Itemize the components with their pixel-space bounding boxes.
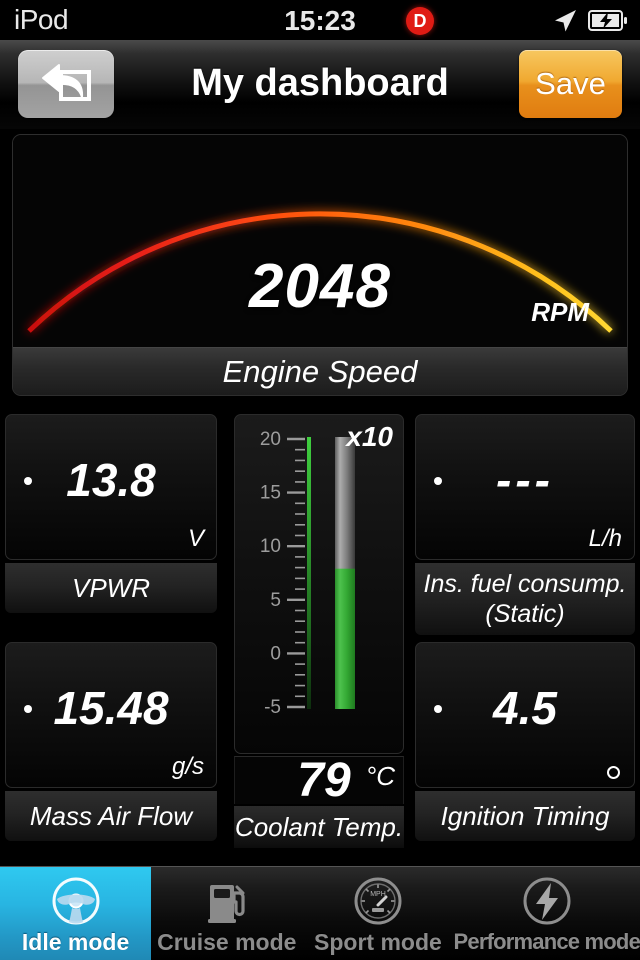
svg-text:-5: -5 [264, 697, 281, 718]
tab-performance-mode-label: Performance mode [453, 929, 640, 954]
tile-ignition-timing-label: Ignition Timing [440, 801, 610, 831]
svg-text:20: 20 [260, 429, 281, 450]
lightning-bolt-icon [523, 877, 571, 925]
svg-text:15: 15 [260, 483, 281, 504]
save-button[interactable]: Save [519, 50, 622, 118]
tile-mass-air-flow-label-bar: Mass Air Flow [5, 791, 217, 841]
tile-vpwr-face: 13.8 V [5, 414, 217, 560]
tab-idle-mode-label: Idle mode [21, 929, 130, 955]
tab-bar: Idle mode Cruise mode MPH Sport mode Per… [0, 866, 640, 960]
tile-coolant-temperature[interactable]: -5 0 5 10 15 20 x10 79 °C Coolant Temp. [230, 408, 408, 848]
tab-cruise-mode[interactable]: Cruise mode [151, 867, 302, 960]
tile-vpwr-value: 13.8 [66, 454, 156, 506]
tile-ignition-timing-label-bar: Ignition Timing [415, 791, 635, 841]
coolant-unit: °C [365, 761, 395, 791]
drive-mode-badge: D [406, 7, 434, 35]
tile-vpwr[interactable]: 13.8 V VPWR [0, 408, 222, 620]
fuel-pump-icon [207, 885, 245, 923]
engine-speed-gauge[interactable]: 2048 RPM Engine Speed [12, 134, 628, 396]
coolant-readout: 79 °C [234, 754, 404, 807]
tab-sport-mode[interactable]: MPH Sport mode [302, 867, 453, 960]
svg-text:0: 0 [270, 643, 281, 664]
tile-mass-air-flow-unit: g/s [171, 753, 204, 780]
coolant-bar-gauge: -5 0 5 10 15 20 x10 [234, 414, 404, 754]
tab-performance-mode[interactable]: Performance mode [454, 867, 640, 960]
tile-vpwr-unit: V [187, 525, 204, 552]
steering-wheel-icon [52, 877, 100, 925]
engine-speed-label-bar: Engine Speed [13, 347, 627, 395]
tile-instant-fuel-consumption-unit: L/h [588, 525, 622, 552]
tile-vpwr-label: VPWR [72, 573, 150, 603]
tile-instant-fuel-consumption[interactable]: --- L/h Ins. fuel consump. (Static) [410, 408, 640, 636]
engine-speed-unit: RPM [531, 297, 589, 327]
tile-mass-air-flow[interactable]: 15.48 g/s Mass Air Flow [0, 636, 222, 848]
coolant-label: Coolant Temp. [234, 811, 404, 842]
svg-text:10: 10 [260, 536, 281, 557]
navigation-bar: My dashboard Save [0, 40, 640, 130]
tile-ignition-timing-value: 4.5 [493, 682, 557, 734]
tile-instant-fuel-consumption-label-bar: Ins. fuel consump. (Static) [415, 563, 635, 635]
status-clock: 15:23 [284, 5, 356, 36]
tile-vpwr-label-bar: VPWR [5, 563, 217, 613]
tab-idle-mode[interactable]: Idle mode [0, 867, 152, 960]
tile-mass-air-flow-value: 15.48 [53, 682, 169, 734]
degree-circle-icon [607, 766, 620, 779]
engine-speed-label: Engine Speed [222, 353, 418, 389]
svg-text:MPH: MPH [370, 891, 386, 898]
tile-mass-air-flow-label: Mass Air Flow [29, 801, 193, 831]
location-arrow-icon [555, 10, 576, 32]
tab-sport-mode-label: Sport mode [314, 929, 442, 955]
tile-instant-fuel-consumption-sublabel: (Static) [485, 600, 565, 628]
tile-mass-air-flow-face: 15.48 g/s [5, 642, 217, 788]
battery-charging-icon [588, 10, 627, 31]
svg-text:5: 5 [270, 590, 281, 611]
speedometer-icon: MPH [354, 877, 402, 925]
coolant-label-bar: Coolant Temp. [234, 806, 404, 848]
tile-instant-fuel-consumption-face: --- L/h [415, 414, 635, 560]
status-bar: iPod 15:23 D [0, 0, 640, 40]
tile-ignition-timing[interactable]: 4.5 Ignition Timing [410, 636, 640, 848]
coolant-scale-graphic: -5 0 5 10 15 20 [260, 429, 355, 718]
tile-instant-fuel-consumption-label: Ins. fuel consump. [423, 570, 627, 598]
tab-cruise-mode-label: Cruise mode [157, 929, 297, 955]
tile-instant-fuel-consumption-value: --- [496, 454, 554, 506]
coolant-multiplier: x10 [346, 421, 393, 452]
tile-ignition-timing-face: 4.5 [415, 642, 635, 788]
